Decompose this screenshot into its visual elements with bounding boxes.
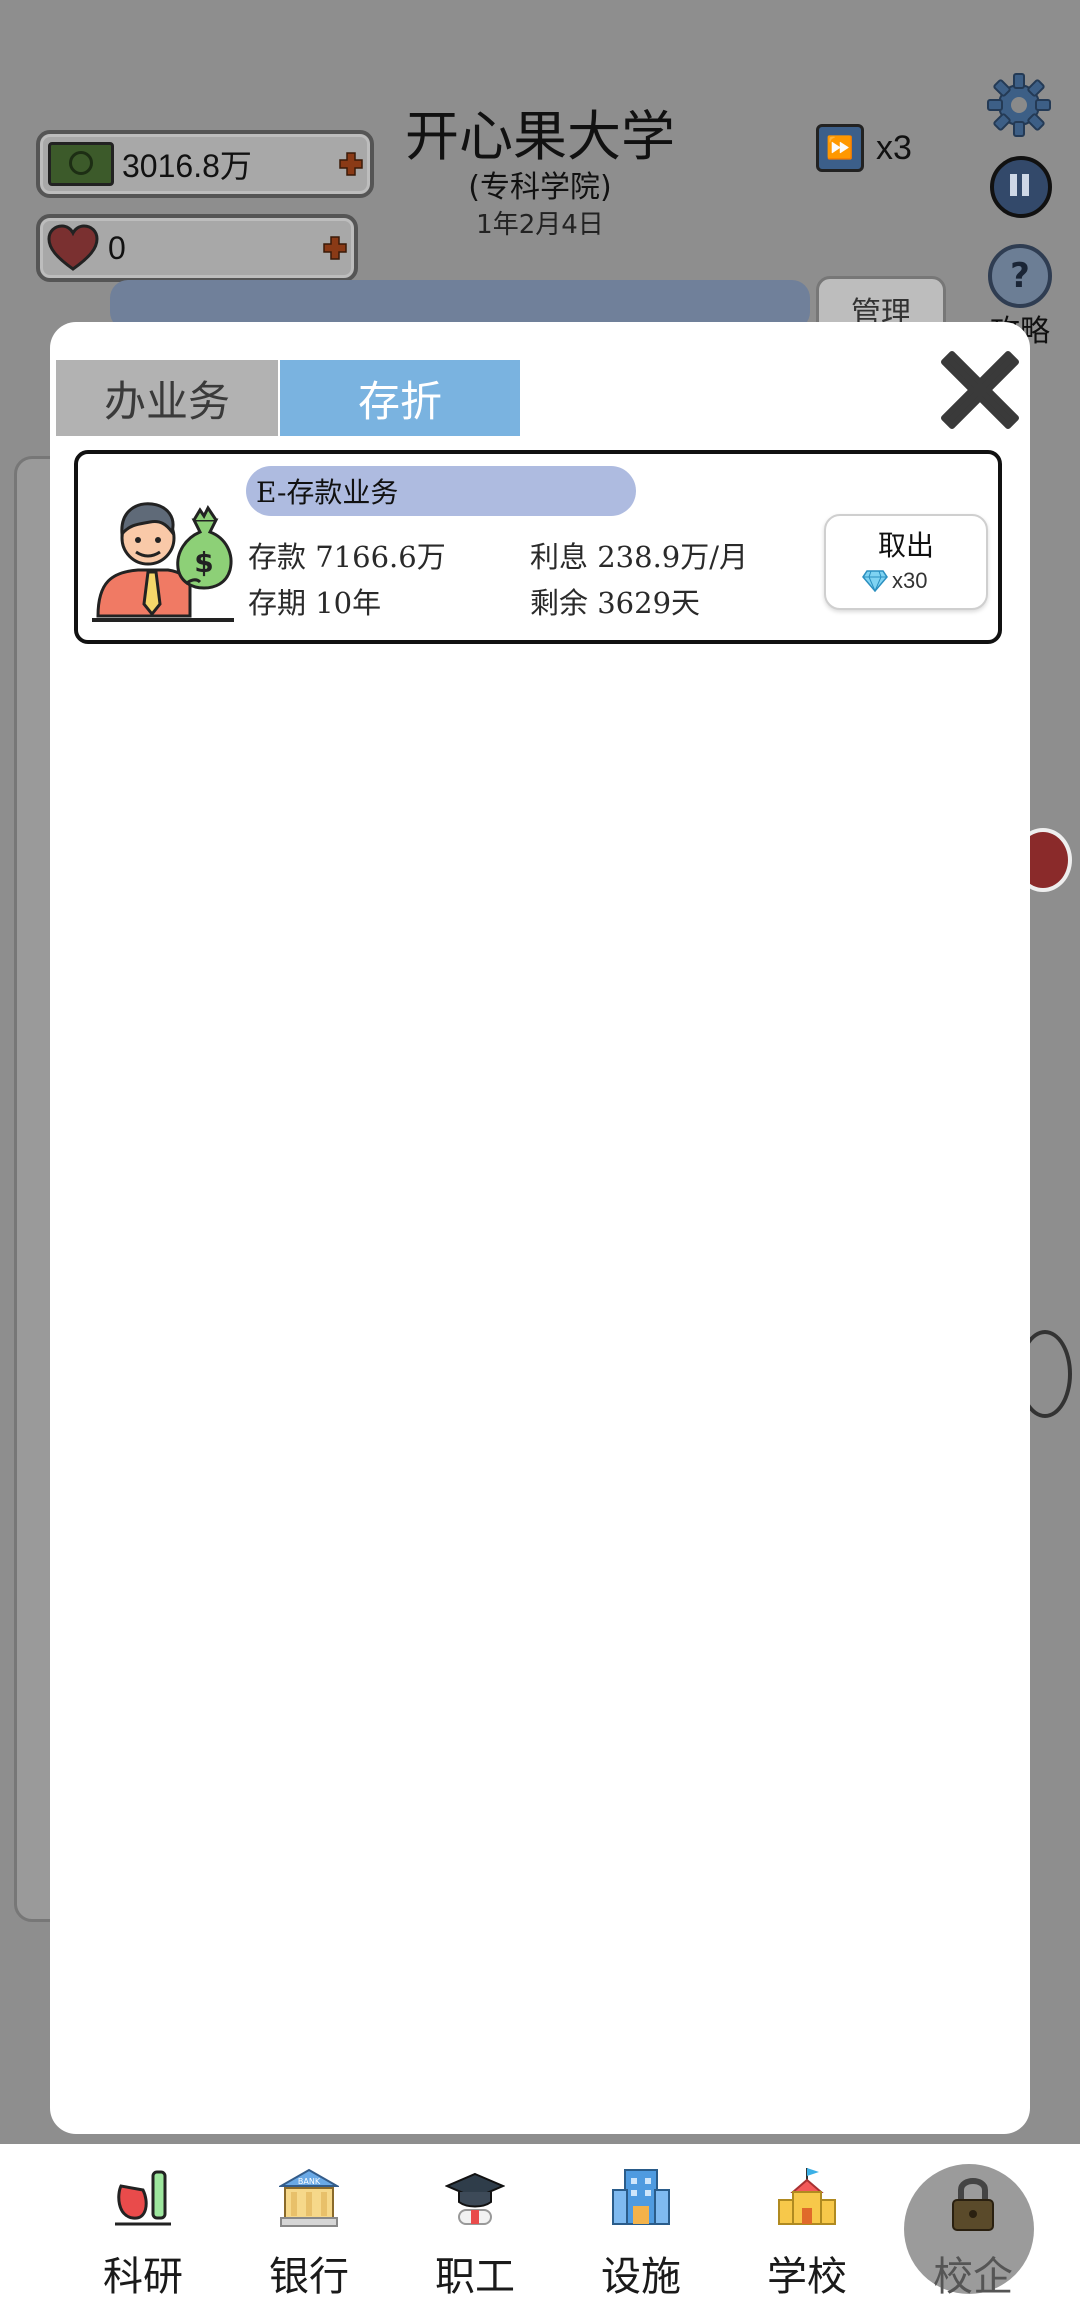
nav-facilities-label: 设施 [601,2254,681,2300]
school-icon [778,2168,836,2225]
nav-facilities[interactable]: 设施 [558,2144,724,2316]
school-type: (专科学院) [468,170,612,205]
bank-modal: 办业务 存折 $ E-存款业务 存款 7166.6万 利息 238.9万/月 存… [50,322,1030,2134]
speed-control[interactable]: ⏩ x3 [816,124,912,172]
nav-bank[interactable]: BANK 银行 [226,2144,392,2316]
nav-staff-label: 职工 [435,2254,515,2300]
nav-enterprise-label: 校企 [933,2254,1013,2300]
lock-icon [952,2178,994,2231]
svg-text:$: $ [194,546,213,579]
flask-icon [115,2170,171,2226]
withdraw-cost-value: x30 [892,568,928,593]
tab-business[interactable]: 办业务 [56,360,278,436]
deposit-remaining: 剩余 3629天 [530,586,701,620]
nav-research[interactable]: 科研 [60,2144,226,2316]
bank-icon: BANK [279,2168,339,2227]
deposit-interest: 利息 238.9万/月 [530,540,749,574]
speed-value: x3 [876,128,912,167]
nav-enterprise[interactable]: 校企 [890,2144,1056,2316]
school-name: 开心果大学 [405,105,675,168]
diamond-icon [862,570,888,592]
deposit-title: E-存款业务 [246,466,636,516]
pause-button[interactable] [990,156,1052,218]
withdraw-button[interactable]: 取出 x30 [824,514,988,610]
withdraw-cost: x30 [862,568,927,594]
deposit-card: $ E-存款业务 存款 7166.6万 利息 238.9万/月 存期 10年 剩… [74,450,1002,644]
tab-passbook[interactable]: 存折 [280,360,520,436]
nav-school-label: 学校 [767,2254,847,2300]
nav-school[interactable]: 学校 [724,2144,890,2316]
graduation-cap-icon [445,2172,505,2225]
banker-avatar-icon: $ [92,502,234,622]
bottom-nav: 科研 BANK 银行 职工 设施 学校 校企 [0,2144,1080,2316]
withdraw-label: 取出 [877,529,934,562]
deposit-amount: 存款 7166.6万 [248,540,446,574]
fast-forward-icon[interactable]: ⏩ [816,124,864,172]
gear-icon[interactable] [984,70,1054,140]
nav-staff[interactable]: 职工 [392,2144,558,2316]
close-icon[interactable] [938,348,1022,432]
nav-bank-label: 银行 [269,2254,349,2300]
game-date: 1年2月4日 [476,210,604,240]
svg-text:BANK: BANK [298,2177,321,2186]
deposit-term: 存期 10年 [248,586,382,620]
nav-research-label: 科研 [103,2254,183,2300]
help-icon[interactable]: ? [988,244,1052,308]
building-icon [612,2169,670,2225]
